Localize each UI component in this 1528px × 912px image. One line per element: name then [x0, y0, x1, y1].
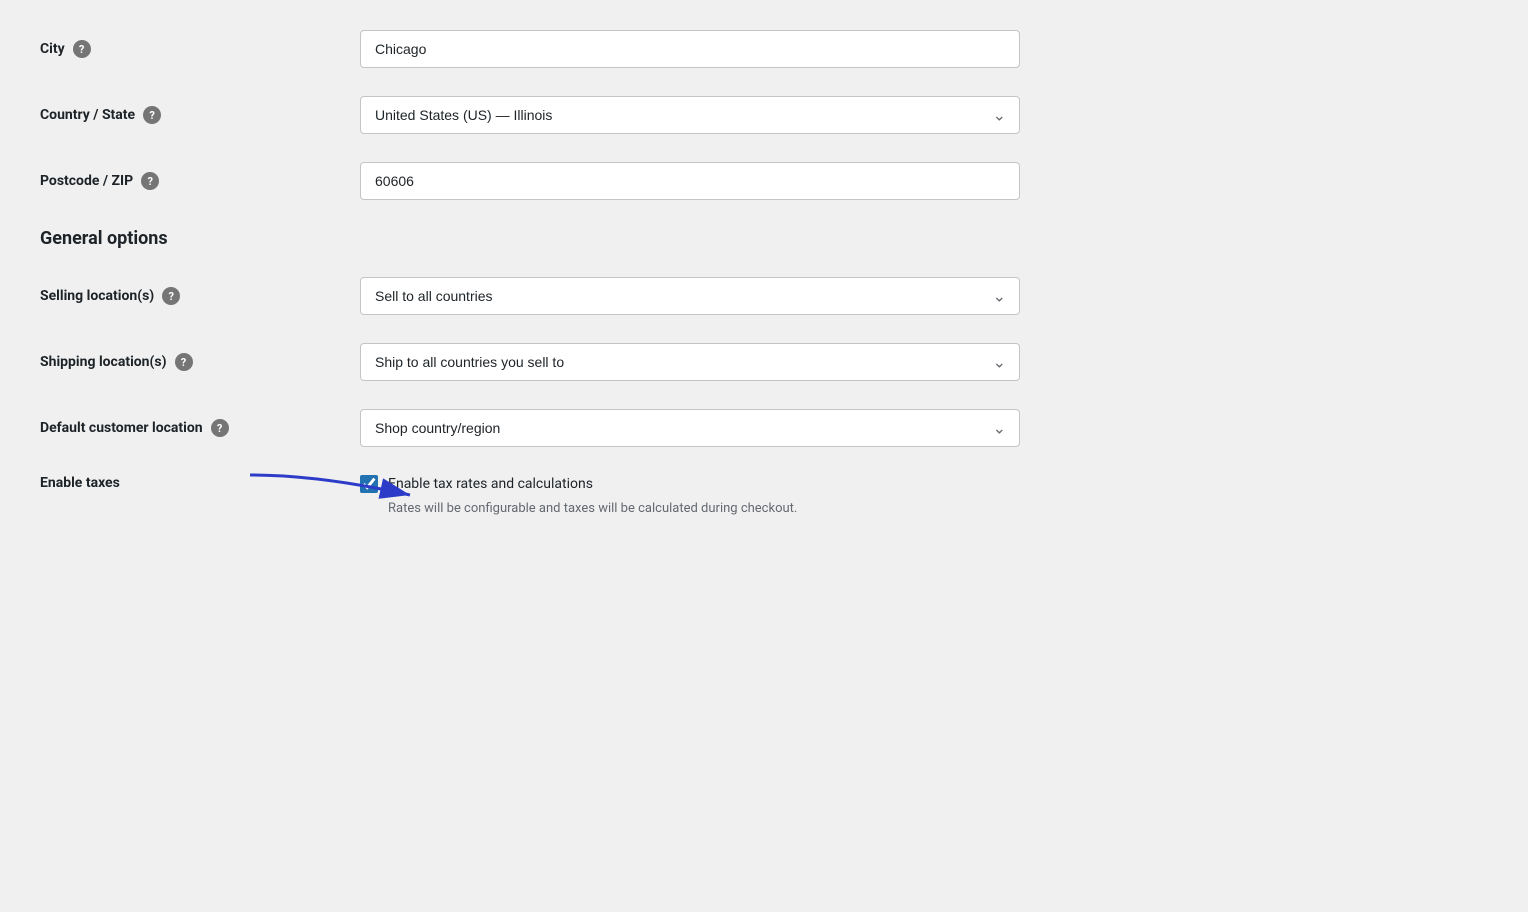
selling-locations-row: Selling location(s) ? Sell to all countr…	[40, 277, 1040, 315]
general-options-title: General options	[40, 228, 1040, 249]
selling-locations-label: Selling location(s)	[40, 288, 154, 304]
shipping-locations-select-wrap: Ship to all countries you sell to Ship t…	[360, 343, 1020, 381]
default-customer-location-help-icon[interactable]: ?	[211, 419, 229, 437]
default-customer-location-label-group: Default customer location ?	[40, 419, 360, 437]
shipping-locations-help-icon[interactable]: ?	[175, 353, 193, 371]
default-customer-location-select[interactable]: Shop country/region No location by defau…	[360, 409, 1020, 447]
shipping-locations-row: Shipping location(s) ? Ship to all count…	[40, 343, 1040, 381]
city-help-icon[interactable]: ?	[73, 40, 91, 58]
selling-locations-select-wrap: Sell to all countries Sell to specific c…	[360, 277, 1020, 315]
enable-taxes-checkbox-row: Enable tax rates and calculations	[360, 475, 1040, 493]
country-state-label: Country / State	[40, 107, 135, 123]
enable-taxes-checkbox[interactable]	[360, 475, 378, 493]
selling-locations-select[interactable]: Sell to all countries Sell to specific c…	[360, 277, 1020, 315]
country-state-select-wrap: United States (US) — Illinois United Sta…	[360, 96, 1020, 134]
enable-taxes-control: Enable tax rates and calculations Rates …	[360, 475, 1040, 516]
country-state-row: Country / State ? United States (US) — I…	[40, 96, 1040, 134]
city-label-group: City ?	[40, 40, 360, 58]
default-customer-location-row: Default customer location ? Shop country…	[40, 409, 1040, 447]
postcode-label: Postcode / ZIP	[40, 173, 133, 189]
shipping-locations-label: Shipping location(s)	[40, 354, 167, 370]
postcode-row: Postcode / ZIP ?	[40, 162, 1040, 200]
country-state-control: United States (US) — Illinois United Sta…	[360, 96, 1040, 134]
country-state-select[interactable]: United States (US) — Illinois United Sta…	[360, 96, 1020, 134]
default-customer-location-control: Shop country/region No location by defau…	[360, 409, 1040, 447]
general-options-section: General options	[40, 228, 1040, 249]
enable-taxes-row: Enable taxes Enable tax rates and calcul…	[40, 475, 1040, 516]
enable-taxes-checkbox-label[interactable]: Enable tax rates and calculations	[388, 476, 593, 492]
country-state-help-icon[interactable]: ?	[143, 106, 161, 124]
shipping-locations-control: Ship to all countries you sell to Ship t…	[360, 343, 1040, 381]
postcode-label-group: Postcode / ZIP ?	[40, 172, 360, 190]
city-row: City ?	[40, 30, 1040, 68]
city-control	[360, 30, 1040, 68]
city-label: City	[40, 41, 65, 57]
selling-locations-label-group: Selling location(s) ?	[40, 287, 360, 305]
enable-taxes-help-text: Rates will be configurable and taxes wil…	[388, 501, 1040, 516]
selling-locations-control: Sell to all countries Sell to specific c…	[360, 277, 1040, 315]
shipping-locations-select[interactable]: Ship to all countries you sell to Ship t…	[360, 343, 1020, 381]
postcode-help-icon[interactable]: ?	[141, 172, 159, 190]
settings-form: City ? Country / State ? United States (…	[40, 30, 1040, 516]
postcode-control	[360, 162, 1040, 200]
postcode-input[interactable]	[360, 162, 1020, 200]
default-customer-location-label: Default customer location	[40, 420, 203, 436]
shipping-locations-label-group: Shipping location(s) ?	[40, 353, 360, 371]
city-input[interactable]	[360, 30, 1020, 68]
country-state-label-group: Country / State ?	[40, 106, 360, 124]
selling-locations-help-icon[interactable]: ?	[162, 287, 180, 305]
enable-taxes-label-group: Enable taxes	[40, 475, 360, 491]
enable-taxes-label: Enable taxes	[40, 475, 120, 491]
default-customer-location-select-wrap: Shop country/region No location by defau…	[360, 409, 1020, 447]
